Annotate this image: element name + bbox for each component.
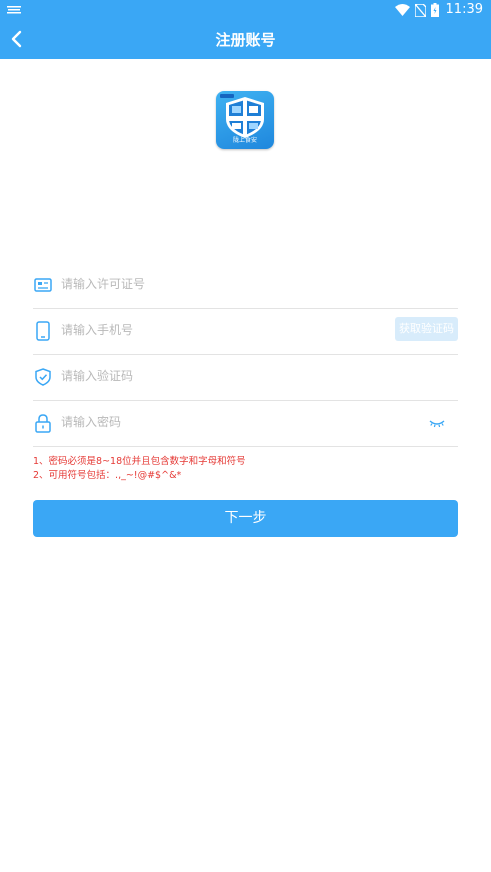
notification-icon xyxy=(7,6,21,14)
logo-text: 陇上食安 xyxy=(232,137,257,144)
wifi-icon xyxy=(394,4,410,16)
get-code-button[interactable]: 获取验证码 xyxy=(395,317,458,341)
license-card-icon xyxy=(34,278,52,292)
password-field xyxy=(33,400,458,447)
app-logo: 陇上食安 xyxy=(216,91,274,149)
battery-icon xyxy=(430,3,439,17)
system-icons: 11:39 xyxy=(394,2,483,18)
clock: 11:39 xyxy=(445,2,483,17)
password-rule-1: 1、密码必须是8~18位并且包含数字和字母和符号 xyxy=(33,456,246,467)
code-input[interactable] xyxy=(61,362,381,390)
page-title: 注册账号 xyxy=(215,31,276,49)
status-bar: 11:39 xyxy=(0,0,491,20)
no-sim-icon xyxy=(414,3,426,17)
phone-icon xyxy=(36,321,50,341)
phone-input[interactable] xyxy=(61,316,381,344)
eye-closed-icon[interactable] xyxy=(429,419,445,429)
license-field xyxy=(33,262,458,309)
shield-check-icon xyxy=(35,368,51,386)
password-rule-2: 2、可用符号包括：.,_~!@#$^&* xyxy=(33,470,182,481)
code-field xyxy=(33,354,458,401)
license-input[interactable] xyxy=(61,270,381,298)
title-bar: 注册账号 xyxy=(0,20,491,59)
password-rules: 1、密码必须是8~18位并且包含数字和字母和符号 2、可用符号包括：.,_~!@… xyxy=(33,455,246,483)
phone-field: 获取验证码 xyxy=(33,308,458,355)
next-step-button[interactable]: 下一步 xyxy=(33,500,458,537)
lock-icon xyxy=(35,414,51,433)
password-input[interactable] xyxy=(61,408,381,436)
